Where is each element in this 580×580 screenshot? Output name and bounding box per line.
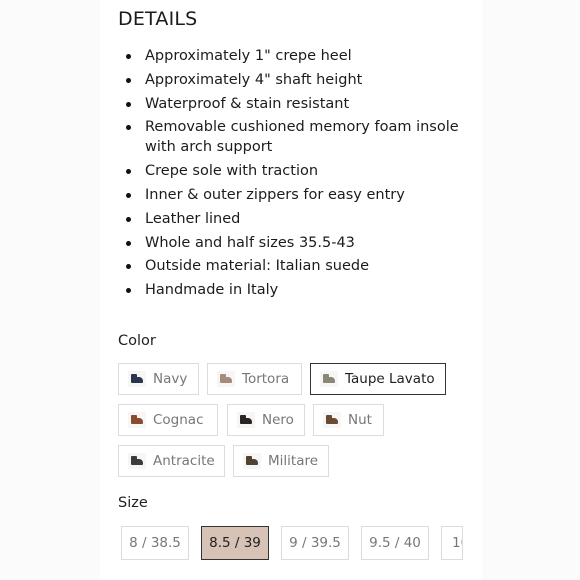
boot-thumbnail-icon — [128, 453, 146, 469]
size-option[interactable]: 8 / 38.5 — [121, 526, 189, 560]
color-option-tortora[interactable]: Tortora — [207, 363, 302, 395]
color-option-label: Militare — [268, 453, 319, 469]
size-label: Size — [118, 495, 148, 511]
details-feature-list: Approximately 1" crepe heel Approximatel… — [118, 46, 463, 304]
color-option-label: Antracite — [153, 453, 215, 469]
boot-thumbnail-icon — [320, 371, 338, 387]
color-option-label: Navy — [153, 371, 188, 387]
color-option-cognac[interactable]: Cognac — [118, 404, 218, 436]
color-option-navy[interactable]: Navy — [118, 363, 199, 395]
color-option-taupe-lavato[interactable]: Taupe Lavato — [310, 363, 446, 395]
color-option-antracite[interactable]: Antracite — [118, 445, 225, 477]
feature-item: Inner & outer zippers for easy entry — [118, 185, 463, 205]
boot-thumbnail-icon — [128, 371, 146, 387]
color-option-label: Tortora — [242, 371, 290, 387]
size-option[interactable]: 10 — [441, 526, 463, 560]
feature-item: Handmade in Italy — [118, 280, 463, 300]
color-option-label: Taupe Lavato — [345, 371, 435, 387]
boot-thumbnail-icon — [243, 453, 261, 469]
boot-thumbnail-icon — [237, 412, 255, 428]
feature-item: Approximately 4" shaft height — [118, 70, 463, 90]
color-label: Color — [118, 333, 156, 349]
feature-item: Waterproof & stain resistant — [118, 94, 463, 114]
color-option-label: Nut — [348, 412, 372, 428]
feature-item: Removable cushioned memory foam insole w… — [118, 117, 463, 157]
size-option-selected[interactable]: 8.5 / 39 — [201, 526, 269, 560]
color-option-militare[interactable]: Militare — [233, 445, 329, 477]
feature-item: Whole and half sizes 35.5-43 — [118, 233, 463, 253]
boot-thumbnail-icon — [217, 371, 235, 387]
feature-item: Outside material: Italian suede — [118, 256, 463, 276]
color-option-label: Cognac — [153, 412, 204, 428]
boot-thumbnail-icon — [128, 412, 146, 428]
color-option-nut[interactable]: Nut — [313, 404, 384, 436]
boot-thumbnail-icon — [323, 412, 341, 428]
feature-item: Approximately 1" crepe heel — [118, 46, 463, 66]
color-option-label: Nero — [262, 412, 294, 428]
details-heading: DETAILS — [118, 8, 198, 30]
size-option[interactable]: 9.5 / 40 — [361, 526, 429, 560]
size-option[interactable]: 9 / 39.5 — [281, 526, 349, 560]
color-option-nero[interactable]: Nero — [227, 404, 305, 436]
feature-item: Crepe sole with traction — [118, 161, 463, 181]
feature-item: Leather lined — [118, 209, 463, 229]
